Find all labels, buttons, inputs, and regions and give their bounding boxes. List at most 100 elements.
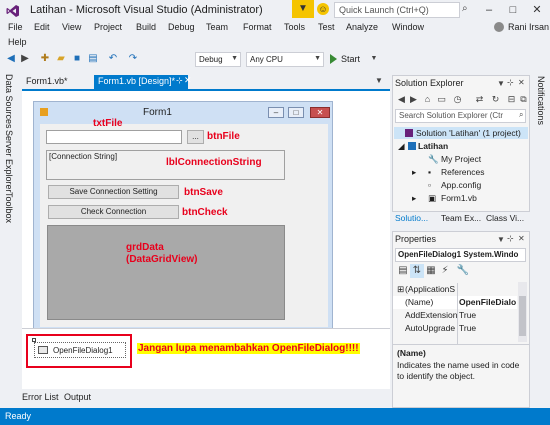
btnfile-button[interactable]: ... bbox=[187, 130, 204, 144]
user-name[interactable]: Rani Irsan bbox=[508, 22, 549, 32]
switch-views-icon[interactable]: ▭ bbox=[436, 94, 447, 105]
menu-file[interactable]: File bbox=[8, 22, 23, 32]
form-file-icon: ▣ bbox=[428, 193, 437, 203]
properties-icon[interactable]: ▦ bbox=[424, 264, 438, 278]
property-name: (Name) bbox=[405, 297, 434, 307]
close-panel-icon[interactable]: ✕ bbox=[518, 78, 525, 87]
pin-icon[interactable]: ⊹ bbox=[507, 234, 514, 243]
maximize-button[interactable]: □ bbox=[502, 2, 524, 18]
close-button[interactable]: ✕ bbox=[526, 2, 548, 18]
tab-form1-design[interactable]: Form1.vb [Design]* bbox=[94, 75, 188, 89]
menu-team[interactable]: Team bbox=[206, 22, 228, 32]
forward-icon[interactable]: ▶ bbox=[408, 94, 419, 105]
description-divider[interactable] bbox=[393, 344, 529, 345]
tree-item-form1-vb[interactable]: Form1.vb bbox=[441, 193, 477, 203]
properties-object-select[interactable]: OpenFileDialog1 System.Windo bbox=[395, 248, 526, 262]
tab-overflow-chevron-icon[interactable]: ▼ bbox=[375, 76, 383, 85]
menu-format[interactable]: Format bbox=[243, 22, 272, 32]
tray-note: Jangan lupa menambahkan OpenFileDialog!!… bbox=[137, 343, 360, 354]
property-row[interactable]: ⊞ (ApplicationS bbox=[393, 283, 517, 296]
solution-configuration-select[interactable]: Debug ▼ bbox=[195, 52, 241, 67]
feedback-filter-icon[interactable]: ▼ bbox=[292, 0, 314, 18]
grd-data-gridview[interactable] bbox=[47, 225, 285, 320]
tab-output[interactable]: Output bbox=[64, 392, 91, 402]
tab-error-list[interactable]: Error List bbox=[22, 392, 59, 402]
save-all-icon[interactable]: ▤ bbox=[86, 52, 100, 66]
property-column-divider[interactable] bbox=[457, 283, 458, 345]
tree-item-references[interactable]: References bbox=[441, 167, 484, 177]
tab-toolbox[interactable]: Toolbox bbox=[4, 192, 14, 223]
back-icon[interactable]: ◀ bbox=[4, 52, 18, 66]
events-icon[interactable]: ⚡ bbox=[438, 264, 452, 278]
expand-chevron-icon[interactable]: ◢ bbox=[398, 141, 405, 152]
tree-item-my-project[interactable]: My Project bbox=[441, 154, 481, 164]
tab-class-view[interactable]: Class Vi... bbox=[486, 213, 524, 223]
menu-build[interactable]: Build bbox=[136, 22, 156, 32]
tab-solution-explorer[interactable]: Solutio... bbox=[395, 213, 428, 223]
tree-item-solution[interactable]: Solution 'Latihan' (1 project) bbox=[416, 128, 521, 138]
send-feedback-smiley-icon[interactable]: ☺ bbox=[317, 3, 329, 15]
undo-icon[interactable]: ↶ bbox=[106, 52, 120, 66]
minimize-button[interactable]: – bbox=[478, 2, 500, 18]
property-description-title: (Name) bbox=[397, 348, 426, 358]
new-project-icon[interactable]: ✚ bbox=[38, 52, 52, 66]
btn-check-connection[interactable]: Check Connection bbox=[48, 205, 179, 219]
btn-save-connection[interactable]: Save Connection Setting bbox=[48, 185, 179, 199]
annotation-btncheck: btnCheck bbox=[182, 207, 228, 218]
window-title: Latihan - Microsoft Visual Studio (Admin… bbox=[30, 4, 263, 16]
menu-test[interactable]: Test bbox=[318, 22, 335, 32]
expand-icon: ⊞ bbox=[397, 284, 405, 294]
panel-dropdown-icon[interactable]: ▼ bbox=[497, 235, 505, 244]
user-avatar-icon[interactable] bbox=[494, 22, 504, 32]
start-button[interactable]: Start bbox=[341, 54, 360, 64]
property-row[interactable]: AutoUpgrade True bbox=[393, 322, 517, 335]
tree-item-app-config[interactable]: App.config bbox=[441, 180, 481, 190]
menu-view[interactable]: View bbox=[62, 22, 81, 32]
history-icon[interactable]: ◷ bbox=[452, 94, 463, 105]
txtfile-textbox[interactable] bbox=[46, 130, 182, 144]
tab-data-sources[interactable]: Data Sources bbox=[4, 74, 14, 129]
home-icon[interactable]: ⌂ bbox=[422, 94, 433, 105]
show-all-files-icon[interactable]: ⧉ bbox=[518, 94, 529, 105]
vb-project-icon bbox=[408, 142, 416, 150]
collapse-chevron-icon[interactable]: ▸ bbox=[412, 193, 416, 204]
property-row[interactable]: AddExtension True bbox=[393, 309, 517, 322]
menu-analyze[interactable]: Analyze bbox=[346, 22, 378, 32]
menu-edit[interactable]: Edit bbox=[34, 22, 50, 32]
start-dropdown-chevron-icon[interactable]: ▼ bbox=[367, 52, 381, 66]
close-tab-icon[interactable]: ✕ bbox=[184, 75, 192, 86]
quick-launch-input[interactable]: Quick Launch (Ctrl+Q) bbox=[334, 2, 460, 18]
sync-icon[interactable]: ⇄ bbox=[474, 94, 485, 105]
menu-tools[interactable]: Tools bbox=[284, 22, 305, 32]
properties-scrollbar-thumb[interactable] bbox=[519, 296, 526, 336]
refresh-icon[interactable]: ↻ bbox=[490, 94, 501, 105]
tab-form1-code[interactable]: Form1.vb* bbox=[22, 75, 90, 89]
categorized-icon[interactable]: ▤ bbox=[396, 264, 410, 278]
property-row[interactable]: (Name) OpenFileDialo bbox=[393, 296, 517, 309]
menu-debug[interactable]: Debug bbox=[168, 22, 195, 32]
collapse-chevron-icon[interactable]: ▸ bbox=[412, 167, 416, 178]
forward-icon[interactable]: ▶ bbox=[18, 52, 32, 66]
pin-tab-icon[interactable]: ⊹ bbox=[176, 76, 183, 85]
alphabetical-icon[interactable]: ⇅ bbox=[410, 264, 424, 278]
tab-notifications[interactable]: Notifications bbox=[536, 76, 546, 125]
open-file-icon[interactable]: ▰ bbox=[54, 52, 68, 66]
back-icon[interactable]: ◀ bbox=[396, 94, 407, 105]
solution-explorer-search-input[interactable]: Search Solution Explorer (Ctr bbox=[395, 109, 526, 123]
panel-dropdown-icon[interactable]: ▼ bbox=[497, 79, 505, 88]
tab-server-explorer[interactable]: Server Explorer bbox=[4, 130, 14, 193]
collapse-all-icon[interactable]: ⊟ bbox=[506, 94, 517, 105]
tab-team-explorer[interactable]: Team Ex... bbox=[441, 213, 481, 223]
menu-help[interactable]: Help bbox=[8, 37, 27, 47]
save-icon[interactable]: ■ bbox=[70, 52, 84, 66]
start-play-icon[interactable] bbox=[330, 54, 337, 64]
menu-project[interactable]: Project bbox=[94, 22, 122, 32]
close-panel-icon[interactable]: ✕ bbox=[518, 234, 525, 243]
platform-value: Any CPU bbox=[250, 55, 283, 64]
pin-icon[interactable]: ⊹ bbox=[507, 78, 514, 87]
solution-platform-select[interactable]: Any CPU ▼ bbox=[246, 52, 324, 67]
tree-item-project[interactable]: Latihan bbox=[418, 141, 448, 151]
redo-icon[interactable]: ↷ bbox=[126, 52, 140, 66]
property-pages-icon[interactable]: 🔧 bbox=[456, 264, 470, 278]
menu-window[interactable]: Window bbox=[392, 22, 424, 32]
